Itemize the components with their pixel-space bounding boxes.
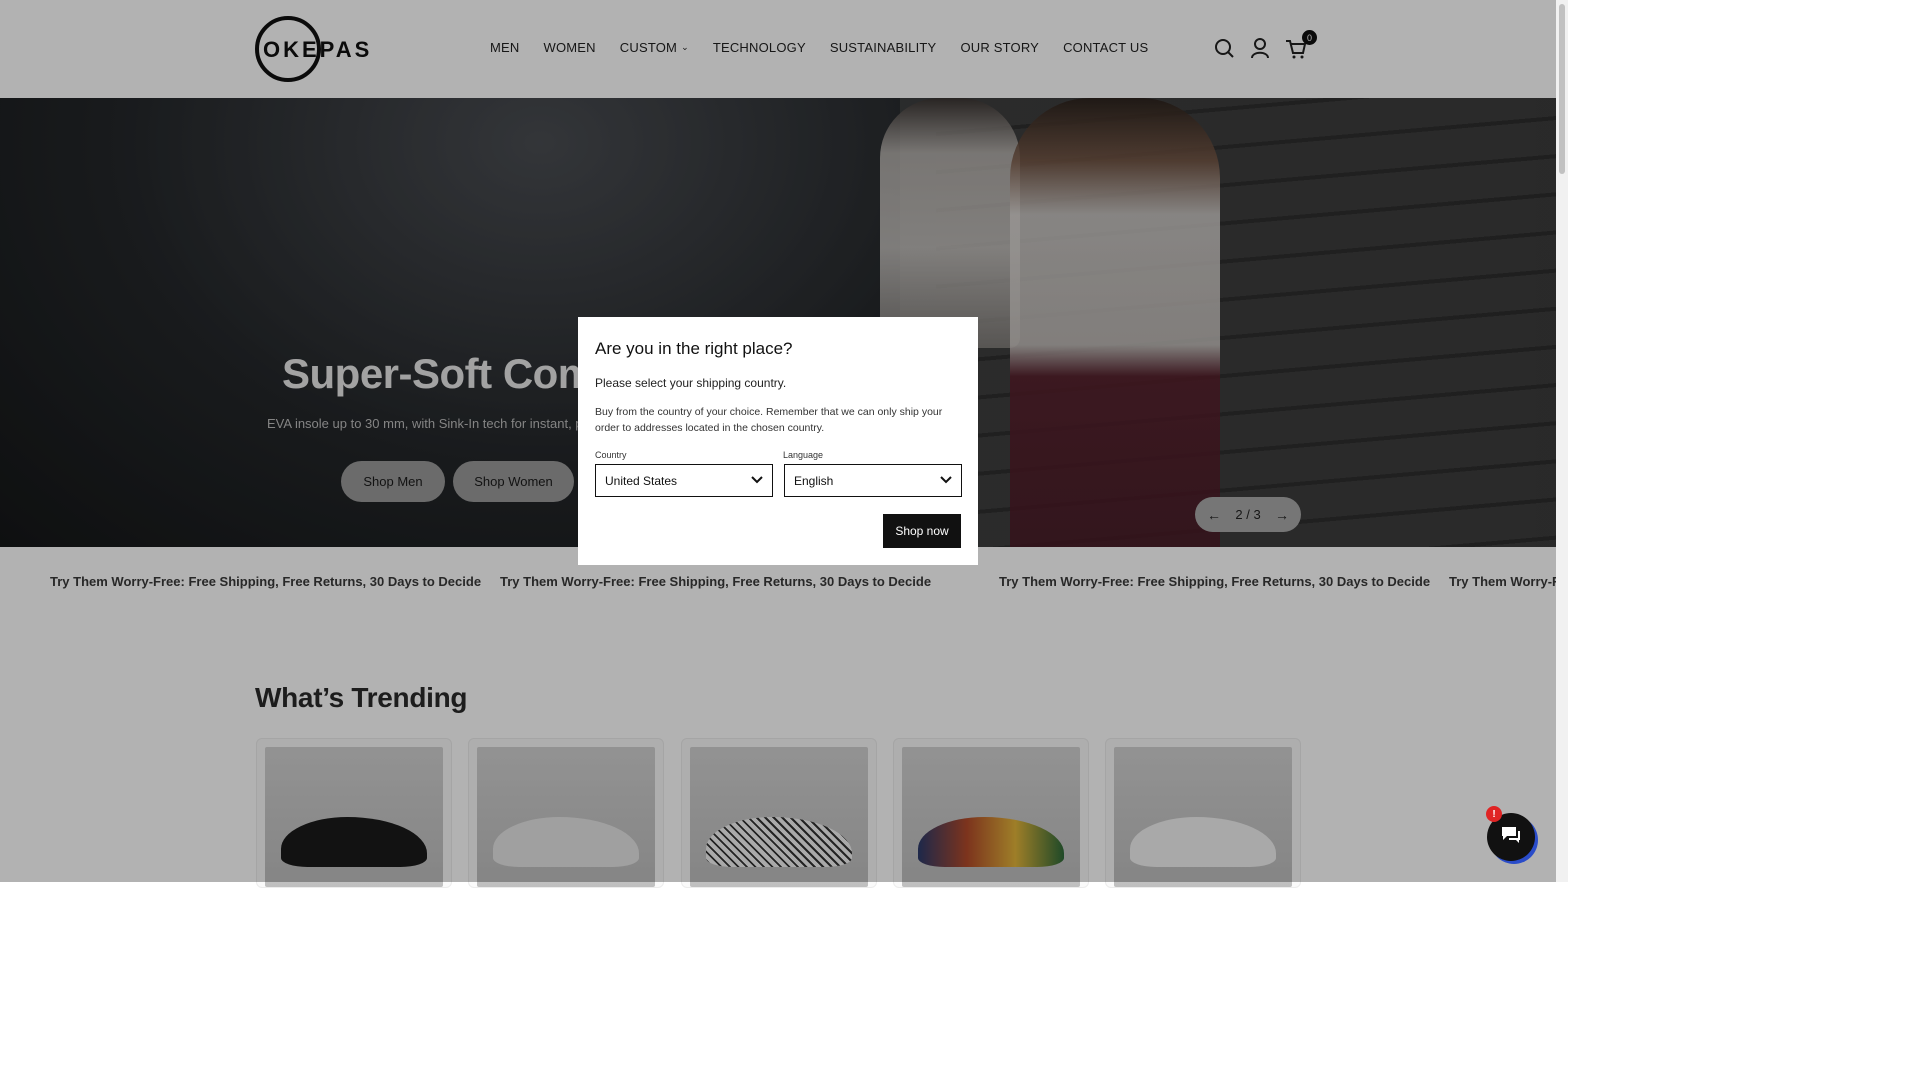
language-value: English	[794, 473, 834, 488]
country-value: United States	[605, 473, 678, 488]
shop-now-button[interactable]: Shop now	[883, 514, 961, 548]
chat-alert-badge: !	[1486, 806, 1502, 822]
chat-icon	[1500, 825, 1522, 850]
scrollbar-thumb[interactable]	[1559, 4, 1565, 174]
page-scrollbar[interactable]	[1556, 0, 1568, 882]
chevron-down-icon	[751, 475, 763, 487]
language-label: Language	[783, 450, 824, 460]
language-select[interactable]: English	[784, 464, 962, 497]
country-select[interactable]: United States	[595, 464, 773, 497]
modal-prompt: Please select your shipping country.	[595, 376, 787, 390]
country-label: Country	[595, 450, 627, 460]
modal-note: Buy from the country of your choice. Rem…	[595, 406, 943, 434]
country-selector-modal: Are you in the right place? Please selec…	[578, 317, 978, 565]
modal-title: Are you in the right place?	[595, 339, 793, 358]
chevron-down-icon	[940, 475, 952, 487]
